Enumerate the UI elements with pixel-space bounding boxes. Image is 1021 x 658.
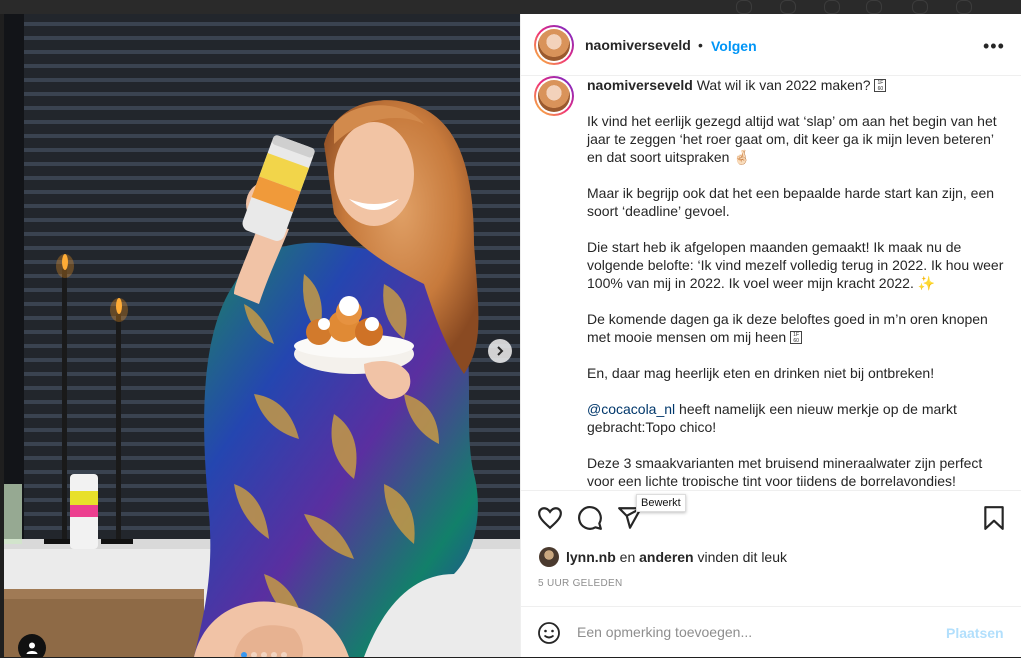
comment-input[interactable] bbox=[577, 624, 917, 640]
emoji-glyph: 1F 60 bbox=[790, 331, 803, 344]
post-actions bbox=[521, 490, 1021, 544]
follow-button[interactable]: Volgen bbox=[711, 38, 757, 54]
carousel-dot bbox=[281, 652, 287, 657]
caption-paragraph: De komende dagen ga ik deze beloftes goe… bbox=[587, 311, 988, 345]
direct-icon bbox=[780, 0, 796, 14]
caption-paragraph: Maar ik begrijp ook dat het een bepaalde… bbox=[587, 185, 995, 219]
home-icon bbox=[736, 0, 752, 14]
heart-icon[interactable] bbox=[537, 505, 563, 531]
carousel-indicator bbox=[241, 652, 287, 657]
post-author-username[interactable]: naomiverseveld bbox=[585, 37, 691, 53]
post-caption: naomiverseveld Wat wil ik van 2022 maken… bbox=[521, 76, 1021, 486]
caption-paragraph: Ik vind het eerlijk gezegd altijd wat ‘s… bbox=[587, 113, 997, 165]
liker-avatar[interactable] bbox=[539, 547, 559, 567]
likes-line: lynn.nb en anderen vinden dit leuk bbox=[539, 546, 787, 568]
comment-bar: Plaatsen bbox=[521, 606, 1021, 658]
carousel-dot bbox=[261, 652, 267, 657]
carousel-dot bbox=[271, 652, 277, 657]
bookmark-icon[interactable] bbox=[981, 505, 1007, 531]
likes-suffix: vinden dit leuk bbox=[693, 549, 788, 565]
caption-paragraph: Deze 3 smaakvarianten met bruisend miner… bbox=[587, 455, 983, 486]
chevron-right-icon bbox=[497, 346, 504, 356]
caption-username[interactable]: naomiverseveld bbox=[587, 77, 693, 93]
liker-username[interactable]: lynn.nb bbox=[566, 549, 616, 565]
likes-connector: en bbox=[615, 549, 640, 565]
caption-paragraph: En, daar mag heerlijk eten en drinken ni… bbox=[587, 365, 935, 381]
tooltip: Bewerkt bbox=[636, 494, 686, 512]
more-icon[interactable]: ••• bbox=[983, 36, 1005, 57]
next-photo-button[interactable] bbox=[488, 339, 512, 363]
tagged-users-button[interactable] bbox=[18, 634, 46, 657]
post-comment-button[interactable]: Plaatsen bbox=[946, 625, 1004, 641]
post-timestamp[interactable]: 5 UUR GELEDEN bbox=[538, 578, 622, 589]
activity-icon bbox=[912, 0, 928, 14]
explore-icon bbox=[866, 0, 882, 14]
caption-text: naomiverseveld Wat wil ik van 2022 maken… bbox=[587, 76, 1007, 486]
user-tag-icon bbox=[26, 642, 38, 654]
mention-link[interactable]: @cocacola_nl bbox=[587, 401, 675, 417]
caption-paragraph: Die start heb ik afgelopen maanden gemaa… bbox=[587, 239, 1004, 291]
comment-icon[interactable] bbox=[577, 505, 603, 531]
emoji-icon[interactable] bbox=[537, 621, 561, 645]
browser-top-strip bbox=[0, 0, 1021, 14]
profile-icon bbox=[956, 0, 972, 14]
emoji-glyph: 1F 60 bbox=[874, 79, 887, 92]
carousel-dot-active bbox=[241, 652, 247, 657]
post-header: naomiverseveld • Volgen ••• bbox=[521, 14, 1021, 76]
carousel-dot bbox=[251, 652, 257, 657]
avatar[interactable] bbox=[534, 25, 574, 65]
post-photo[interactable] bbox=[4, 14, 520, 657]
header-separator: • bbox=[698, 37, 703, 53]
caption-avatar[interactable] bbox=[534, 76, 574, 116]
post-side-panel: naomiverseveld • Volgen ••• naomiverseve… bbox=[520, 14, 1021, 657]
likes-others-link[interactable]: anderen bbox=[639, 549, 693, 565]
new-post-icon bbox=[824, 0, 840, 14]
caption-headline: Wat wil ik van 2022 maken? bbox=[692, 77, 875, 93]
